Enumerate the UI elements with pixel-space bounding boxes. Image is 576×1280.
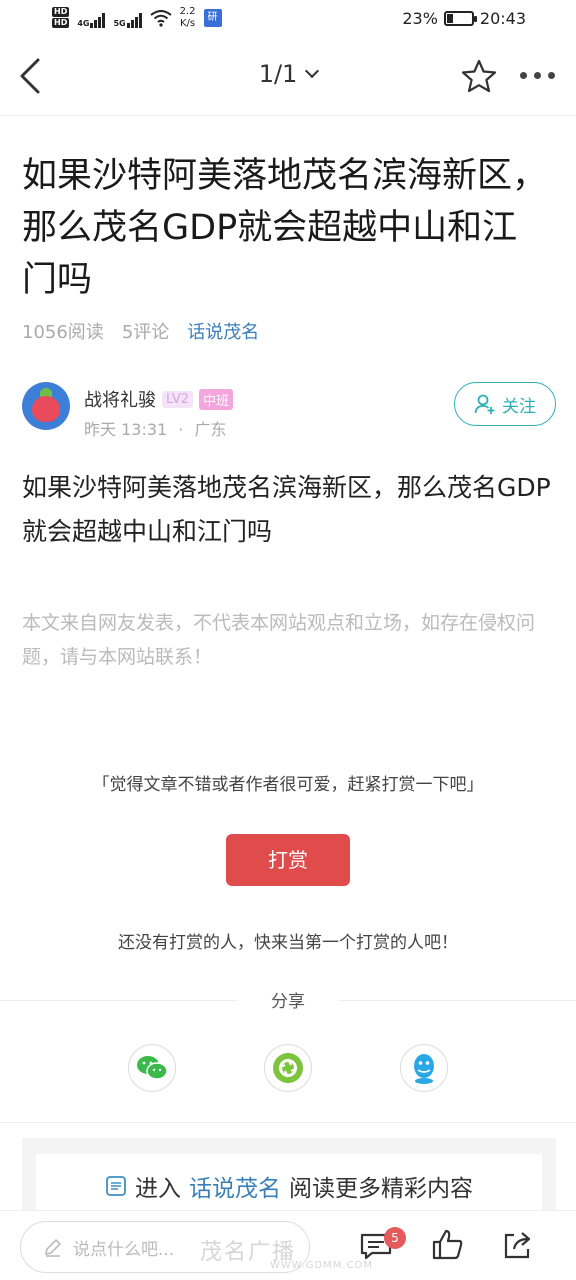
author-name[interactable]: 战将礼骏 [84, 386, 156, 412]
nav-bar: 1/1 [0, 38, 576, 116]
share-icon[interactable] [500, 1227, 536, 1263]
star-icon[interactable] [460, 58, 498, 96]
forum-promo-prefix: 进入 [135, 1176, 181, 1202]
forum-promo-link[interactable]: 进入 话说茂名 阅读更多精彩内容 [36, 1154, 542, 1218]
watermark-url: WWW.GDMM.COM [270, 1260, 374, 1271]
network-type-1: 4G [77, 19, 90, 28]
network-type-2: 5G [113, 19, 126, 28]
comment-count: 5评论 [121, 322, 170, 343]
document-icon [106, 1176, 126, 1196]
page-indicator: 1/1 [258, 60, 298, 88]
status-bar: HD HD 4G 5G 2.2 K/s 研 23% 20:43 [0, 0, 576, 38]
author-row: 战将礼骏 LV2 中班 昨天 13:31 · 广东 关注 [22, 382, 556, 442]
speed-value: 2.2 [179, 6, 196, 17]
article-body: 如果沙特阿美落地茂名滨海新区，那么茂名GDP就会超越中山和江门吗 [22, 473, 551, 546]
chevron-down-icon [305, 63, 320, 79]
avatar[interactable] [22, 382, 70, 430]
section-divider [0, 1122, 576, 1123]
read-count: 1056阅读 [22, 322, 104, 343]
add-user-icon [474, 394, 495, 414]
app-notification-icon: 研 [203, 9, 222, 27]
hd-label-1: HD [52, 7, 70, 17]
forum-promo-suffix: 阅读更多精彩内容 [289, 1176, 473, 1202]
post-info: 昨天 13:31 · 广东 [84, 416, 227, 440]
reward-prompt: 「觉得文章不错或者作者很可爱，赶紧打赏一下吧」 [92, 775, 484, 795]
network-speed: 2.2 K/s [180, 6, 196, 30]
forum-promo: 进入 话说茂名 阅读更多精彩内容 [22, 1138, 556, 1218]
reward-button[interactable]: 打赏 [226, 834, 350, 886]
follow-button[interactable]: 关注 [454, 382, 556, 426]
follow-label: 关注 [502, 396, 536, 417]
watermark: 茂名广播 WWW.GDMM.COM [200, 1234, 372, 1271]
status-left: HD HD 4G 5G 2.2 K/s 研 [52, 6, 222, 30]
author-name-row: 战将礼骏 LV2 中班 [84, 386, 233, 412]
hd-label-2: HD [52, 18, 70, 28]
comment-placeholder: 说点什么吧... [73, 1239, 175, 1260]
signal-icon-1: 4G [77, 8, 106, 28]
post-time: 昨天 13:31 [84, 420, 168, 439]
reward-empty-text: 还没有打赏的人，快来当第一个打赏的人吧！ [118, 933, 458, 953]
clock: 20:43 [479, 9, 526, 28]
more-icon[interactable] [520, 72, 555, 79]
status-right: 23% 20:43 [402, 9, 526, 28]
moments-icon[interactable] [264, 1044, 312, 1092]
signal-icon-2: 5G [113, 8, 142, 28]
speed-unit: K/s [180, 18, 196, 29]
battery-percent: 23% [402, 9, 438, 28]
pencil-icon [44, 1238, 62, 1257]
disclaimer: 本文来自网友发表，不代表本网站观点和立场，如存在侵权问题，请与本网站联系！ [22, 612, 536, 668]
forum-link[interactable]: 话说茂名 [187, 318, 259, 344]
share-label: 分享 [238, 987, 338, 1012]
like-icon[interactable] [430, 1227, 466, 1263]
level-badge: LV2 [162, 390, 193, 408]
battery-icon [443, 11, 477, 26]
separator-dot: · [178, 420, 184, 439]
hd-indicator: HD HD [52, 7, 70, 29]
comment-count-badge: 5 [384, 1227, 406, 1249]
rank-badge: 中班 [198, 388, 233, 410]
post-location: 广东 [194, 420, 227, 439]
wechat-icon[interactable] [128, 1044, 176, 1092]
article-title: 如果沙特阿美落地茂名滨海新区，那么茂名GDP就会超越中山和江门吗 [22, 156, 548, 300]
article-meta: 1056阅读 5评论 话说茂名 [22, 318, 259, 344]
wifi-icon [150, 10, 172, 27]
forum-promo-name: 话说茂名 [189, 1176, 281, 1202]
qq-icon[interactable] [400, 1044, 448, 1092]
